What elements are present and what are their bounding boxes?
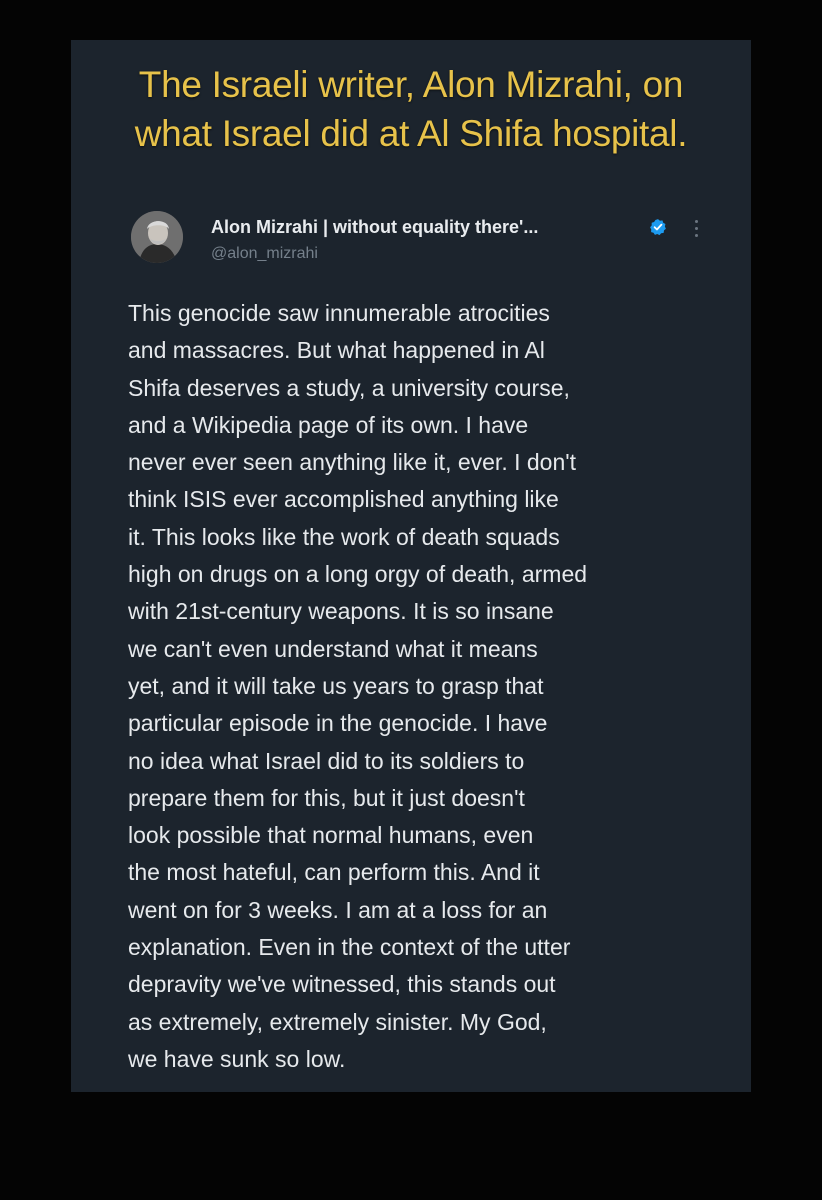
tweet-text-line: it. This looks like the work of death sq… xyxy=(128,523,560,550)
tweet-text-line: depravity we've witnessed, this stands o… xyxy=(128,971,556,998)
tweet-text-line: This genocide saw innumerable atrocities xyxy=(128,300,550,326)
tweet-text-line: explanation. Even in the context of the … xyxy=(128,934,571,961)
tweet-text-line: yet, and it will take us years to grasp … xyxy=(128,672,544,699)
author-name[interactable]: Alon Mizrahi | without equality there'..… xyxy=(211,217,538,238)
tweet-screenshot-card: The Israeli writer, Alon Mizrahi, on wha… xyxy=(71,40,751,1092)
tweet-text-line: particular episode in the genocide. I ha… xyxy=(128,710,548,737)
tweet-text-line: high on drugs on a long orgy of death, a… xyxy=(128,561,588,588)
tweet-text-line: never ever seen anything like it, ever. … xyxy=(128,449,577,476)
headline-line-2: what Israel did at Al Shifa hospital. xyxy=(134,113,688,154)
tweet-text-line: prepare them for this, but it just doesn… xyxy=(128,784,525,811)
avatar[interactable] xyxy=(131,211,183,263)
headline-line-1: The Israeli writer, Alon Mizrahi, on xyxy=(138,64,684,105)
tweet-text-line: the most hateful, can perform this. And … xyxy=(128,859,540,886)
tweet-text-line: went on for 3 weeks. I am at a loss for … xyxy=(128,896,548,923)
verified-badge-icon xyxy=(649,218,667,236)
headline: The Israeli writer, Alon Mizrahi, on wha… xyxy=(71,60,751,158)
avatar-portrait-icon xyxy=(131,211,183,263)
tweet-text-line: we have sunk so low. xyxy=(128,1045,346,1072)
tweet-text-line: and massacres. But what happened in Al xyxy=(128,337,545,364)
more-options-icon[interactable] xyxy=(691,220,701,242)
tweet-header: Alon Mizrahi | without equality there'..… xyxy=(131,210,711,266)
tweet-text-line: Shifa deserves a study, a university cou… xyxy=(128,374,570,401)
tweet-text-line: no idea what Israel did to its soldiers … xyxy=(128,747,525,774)
tweet-text-line: look possible that normal humans, even xyxy=(128,822,534,849)
tweet-text-line: as extremely, extremely sinister. My God… xyxy=(128,1008,547,1035)
tweet-text: This genocide saw innumerable atrocities… xyxy=(128,295,728,1078)
author-handle[interactable]: @alon_mizrahi xyxy=(211,245,318,263)
tweet-text-line: think ISIS ever accomplished anything li… xyxy=(128,486,559,513)
tweet-text-line: with 21st-century weapons. It is so insa… xyxy=(128,598,554,625)
tweet-text-line: and a Wikipedia page of its own. I have xyxy=(128,411,529,438)
tweet-text-line: we can't even understand what it means xyxy=(128,635,538,662)
